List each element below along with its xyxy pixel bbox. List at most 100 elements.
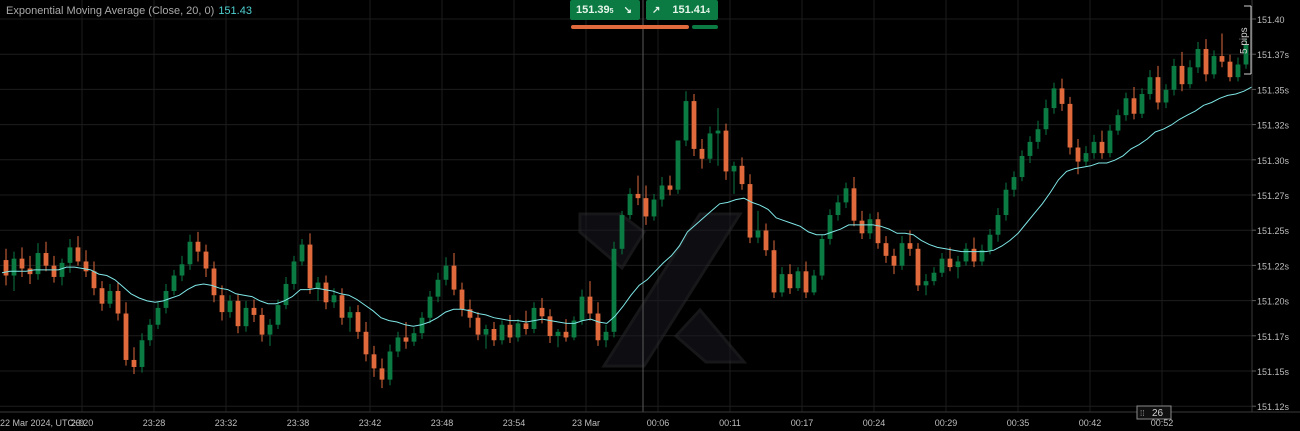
candle-body (587, 296, 593, 314)
candle-body (923, 281, 929, 286)
candle-body (1163, 89, 1169, 103)
sell-button[interactable]: 151.395 ↘ (570, 0, 640, 20)
y-tick-label: 151.35s (1257, 85, 1290, 95)
candle-body (499, 324, 505, 341)
candle-body (483, 328, 489, 335)
candle-body (715, 130, 721, 134)
candle-body (451, 265, 457, 290)
indicator-value: 151.43 (218, 5, 252, 17)
candle-body (59, 262, 65, 277)
sell-pip: 5 (609, 8, 614, 15)
x-tick-label: 00:29 (935, 418, 958, 428)
candle-body (1099, 141, 1105, 154)
candle-body (755, 230, 761, 238)
x-tick-label: 23:38 (287, 418, 310, 428)
y-tick-label: 151.22s (1257, 261, 1290, 271)
candle-body (299, 244, 305, 262)
y-tick-label: 151.17s (1257, 332, 1290, 342)
candle-body (355, 312, 361, 332)
indicator-legend: Exponential Moving Average (Close, 20, 0… (6, 5, 252, 17)
buy-sentiment-bar (692, 25, 718, 29)
candle-body (251, 307, 257, 315)
candle-body (611, 248, 617, 332)
candle-body (1179, 65, 1185, 85)
x-tick-label: 00:17 (791, 418, 814, 428)
pips-label: 5 pips (1239, 27, 1250, 54)
candle-body (411, 333, 417, 342)
candle-body (283, 283, 289, 306)
x-tick-label: 00:11 (719, 418, 741, 428)
candle-body (1051, 88, 1057, 109)
candle-body (403, 337, 409, 342)
candle-body (475, 317, 481, 335)
time-axis[interactable]: 22 Mar 2024, UTC+923:20 23:28 23:32 23:38 23… (0, 411, 1300, 431)
candle-body (547, 316, 553, 337)
price-axis[interactable]: 151.40 151.37s 151.35s 151.32s 151.30s 151.27… (1251, 0, 1300, 412)
candle-body (3, 260, 9, 276)
candle-body (995, 215, 1001, 235)
candle-body (683, 101, 689, 141)
candle-body (539, 307, 545, 317)
candle-body (787, 274, 793, 289)
candle-body (1171, 65, 1177, 90)
x-tick-label: 23:32 (215, 418, 238, 428)
sell-price: 151.39 (576, 4, 610, 16)
candle-body (1219, 56, 1225, 62)
candle-body (267, 324, 273, 335)
x-tick-label: 00:35 (1007, 418, 1030, 428)
candle-body (1027, 141, 1033, 156)
candle-body (891, 255, 897, 266)
candle-body (915, 248, 921, 286)
candle-body (387, 351, 393, 380)
candle-body (939, 258, 945, 273)
candle-body (51, 265, 57, 277)
candle-body (763, 230, 769, 251)
candle-body (835, 202, 841, 216)
candle-body (731, 165, 737, 172)
candle-body (491, 328, 497, 341)
candle-body (907, 243, 913, 249)
candle-body (811, 275, 817, 293)
candle-body (395, 337, 401, 352)
bar-count-badge[interactable]: ⁞⁞ 26 (1136, 405, 1172, 420)
x-tick-label: 23 Mar (572, 418, 600, 428)
y-tick-label: 151.37s (1257, 50, 1290, 60)
candle-body (987, 234, 993, 251)
x-tick-label: 23:48 (431, 418, 454, 428)
candle-body (371, 354, 377, 369)
candle-body (363, 331, 369, 355)
candle-body (259, 314, 265, 335)
bar-count-value: 26 (1152, 408, 1164, 419)
x-tick-label: 00:06 (647, 418, 670, 428)
candle-body (339, 295, 345, 318)
candle-body (19, 258, 25, 269)
y-tick-label: 151.27s (1257, 191, 1290, 201)
candle-body (67, 247, 73, 263)
candle-body (427, 296, 433, 318)
candle-body (643, 198, 649, 217)
candle-body (1043, 108, 1049, 130)
candle-body (747, 184, 753, 238)
candle-body (875, 219, 881, 244)
candle-body (1203, 49, 1209, 75)
candle-body (1067, 103, 1073, 148)
candle-body (91, 271, 97, 289)
candle-body (1235, 64, 1241, 78)
candle-body (955, 261, 961, 268)
candlestick-chart[interactable]: 151.40 151.37s 151.35s 151.32s 151.30s 151.27… (0, 0, 1300, 431)
buy-button[interactable]: ↗ 151.414 (646, 0, 718, 20)
candle-body (843, 188, 849, 203)
candle-body (227, 300, 233, 313)
y-tick-label: 151.20s (1257, 297, 1290, 307)
candle-body (275, 305, 281, 325)
candle-body (11, 258, 17, 276)
candle-body (515, 323, 521, 338)
arrow-up-right-icon: ↗ (652, 4, 661, 16)
candle-body (819, 238, 825, 276)
buy-price: 151.41 (672, 4, 707, 16)
candle-body (651, 199, 657, 217)
candle-body (35, 253, 41, 275)
candle-body (1131, 98, 1137, 114)
candle-body (1115, 115, 1121, 131)
candle-body (667, 185, 673, 190)
